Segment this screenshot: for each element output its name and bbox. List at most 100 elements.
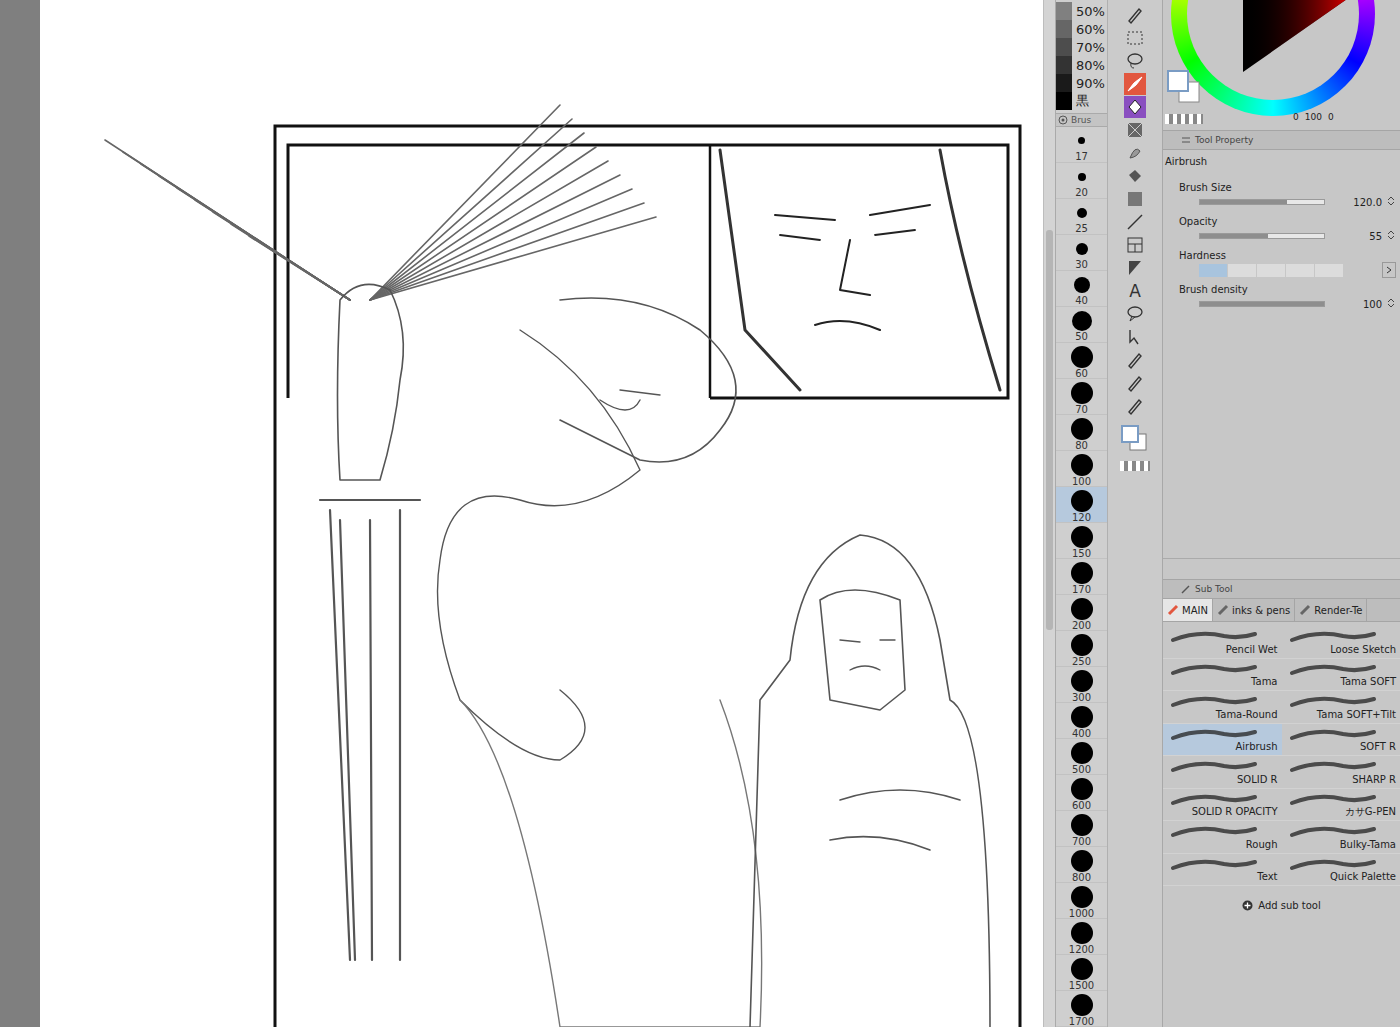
slider-track[interactable] (1199, 233, 1325, 239)
transparent-color[interactable] (1120, 461, 1150, 471)
spin-buttons[interactable] (1386, 195, 1396, 209)
sub-tool-item[interactable]: Tama (1163, 659, 1282, 692)
pen-tool[interactable] (1124, 349, 1146, 371)
size-row[interactable]: 60 (1056, 343, 1107, 379)
hardness-steps[interactable] (1199, 264, 1343, 277)
object-tool[interactable] (1124, 326, 1146, 348)
size-row[interactable]: 1700 (1056, 991, 1107, 1027)
pen-tool[interactable] (1124, 4, 1146, 26)
sub-tool-item[interactable]: Tama SOFT+Tilt (1282, 691, 1400, 724)
spin-buttons[interactable] (1386, 229, 1396, 243)
size-row[interactable]: 800 (1056, 847, 1107, 883)
size-row[interactable]: 400 (1056, 703, 1107, 739)
gradient-tool[interactable] (1124, 188, 1146, 210)
sub-tool-item[interactable]: SOLID R OPACITY (1163, 789, 1282, 822)
size-row[interactable]: 150 (1056, 523, 1107, 559)
add-sub-tool-button[interactable]: Add sub tool (1163, 900, 1400, 911)
spin-buttons[interactable] (1386, 297, 1396, 311)
sub-tool-group-tab[interactable]: MAIN (1163, 599, 1213, 621)
canvas-scrollbar[interactable] (1043, 0, 1055, 1027)
size-row[interactable]: 1000 (1056, 883, 1107, 919)
size-row[interactable]: 200 (1056, 595, 1107, 631)
sub-tool-group-tab[interactable]: inks & pens (1213, 599, 1295, 621)
size-label: 17 (1075, 151, 1088, 162)
blend-tool[interactable] (1124, 142, 1146, 164)
marquee-tool[interactable] (1124, 27, 1146, 49)
line-tool[interactable] (1124, 211, 1146, 233)
hardness-step[interactable] (1286, 264, 1314, 277)
property-value[interactable]: 55 (1329, 231, 1382, 242)
pen-tool[interactable] (1124, 395, 1146, 417)
sub-tool-item[interactable]: Loose Sketch (1282, 626, 1400, 659)
frame-tool[interactable] (1124, 234, 1146, 256)
transparent-color[interactable] (1165, 114, 1203, 124)
hardness-step[interactable] (1315, 264, 1343, 277)
brush-tool[interactable] (1124, 73, 1146, 95)
size-row[interactable]: 70 (1056, 379, 1107, 415)
hardness-step[interactable] (1257, 264, 1285, 277)
size-row[interactable]: 80 (1056, 415, 1107, 451)
sub-tool-item[interactable]: カサG-PEN (1282, 789, 1400, 822)
main-sub-color[interactable] (1120, 424, 1150, 458)
property-value[interactable]: 120.0 (1329, 197, 1382, 208)
size-row[interactable]: 250 (1056, 631, 1107, 667)
text-tool[interactable]: A (1124, 280, 1146, 302)
pattern-tool[interactable] (1124, 119, 1146, 141)
sub-tool-item[interactable]: Bulky-Tama (1282, 821, 1400, 854)
opacity-swatch[interactable]: 60% (1056, 20, 1107, 38)
size-row[interactable]: 600 (1056, 775, 1107, 811)
sub-tool-item[interactable]: Pencil Wet (1163, 626, 1282, 659)
size-row[interactable]: 20 (1056, 163, 1107, 199)
drawing-canvas[interactable] (40, 0, 1043, 1027)
slider-track[interactable] (1199, 199, 1325, 205)
size-row[interactable]: 1500 (1056, 955, 1107, 991)
size-row[interactable]: 500 (1056, 739, 1107, 775)
slider-track[interactable] (1199, 301, 1325, 307)
opacity-swatch[interactable]: 80% (1056, 56, 1107, 74)
scrollbar-thumb[interactable] (1046, 230, 1053, 630)
opacity-swatches: 50%60%70%80%90%黒 (1056, 2, 1107, 110)
fill-tool[interactable] (1124, 165, 1146, 187)
sub-tool-item[interactable]: Tama-Round (1163, 691, 1282, 724)
size-row[interactable]: 17 (1056, 127, 1107, 163)
size-row[interactable]: 100 (1056, 451, 1107, 487)
color-wheel-panel[interactable]: 01000 (1163, 0, 1400, 130)
sub-tool-item[interactable]: SOLID R (1163, 756, 1282, 789)
size-row[interactable]: 1200 (1056, 919, 1107, 955)
balloon-tool[interactable] (1124, 303, 1146, 325)
lasso-tool[interactable] (1124, 50, 1146, 72)
opacity-swatch[interactable]: 50% (1056, 2, 1107, 20)
decoration-tool[interactable] (1124, 96, 1146, 118)
size-row[interactable]: 40 (1056, 271, 1107, 307)
sub-tool-item[interactable]: Quick Palette (1282, 854, 1400, 887)
expand-button[interactable] (1382, 262, 1396, 278)
tool-property-tab[interactable]: Tool Property (1163, 130, 1400, 150)
hardness-step[interactable] (1228, 264, 1256, 277)
size-row[interactable]: 30 (1056, 235, 1107, 271)
brush-size-tab[interactable]: Brus (1056, 113, 1107, 127)
pen-tool[interactable] (1124, 372, 1146, 394)
sub-tool-item[interactable]: SHARP R (1282, 756, 1400, 789)
sub-tool-item[interactable]: Tama SOFT (1282, 659, 1400, 692)
panel-divider (1163, 558, 1400, 579)
opacity-swatch[interactable]: 90% (1056, 74, 1107, 92)
opacity-swatch[interactable]: 黒 (1056, 92, 1107, 110)
size-dot (1071, 346, 1093, 368)
opacity-swatch[interactable]: 70% (1056, 38, 1107, 56)
sub-tool-item[interactable]: SOFT R (1282, 724, 1400, 757)
hardness-step[interactable] (1199, 264, 1227, 277)
sub-tool-item[interactable]: Rough (1163, 821, 1282, 854)
size-row[interactable]: 25 (1056, 199, 1107, 235)
sub-tool-label: Pencil Wet (1226, 644, 1278, 656)
sub-tool-item[interactable]: Text (1163, 854, 1282, 887)
sub-tool-item[interactable]: Airbrush (1163, 724, 1282, 757)
size-row[interactable]: 300 (1056, 667, 1107, 703)
size-row[interactable]: 700 (1056, 811, 1107, 847)
size-row[interactable]: 170 (1056, 559, 1107, 595)
size-row[interactable]: 120 (1056, 487, 1107, 523)
sub-tool-tab[interactable]: Sub Tool (1163, 579, 1400, 599)
sub-tool-group-tab[interactable]: Render-Te (1295, 599, 1367, 621)
property-value[interactable]: 100 (1329, 299, 1382, 310)
size-row[interactable]: 50 (1056, 307, 1107, 343)
ruler-tool[interactable] (1124, 257, 1146, 279)
